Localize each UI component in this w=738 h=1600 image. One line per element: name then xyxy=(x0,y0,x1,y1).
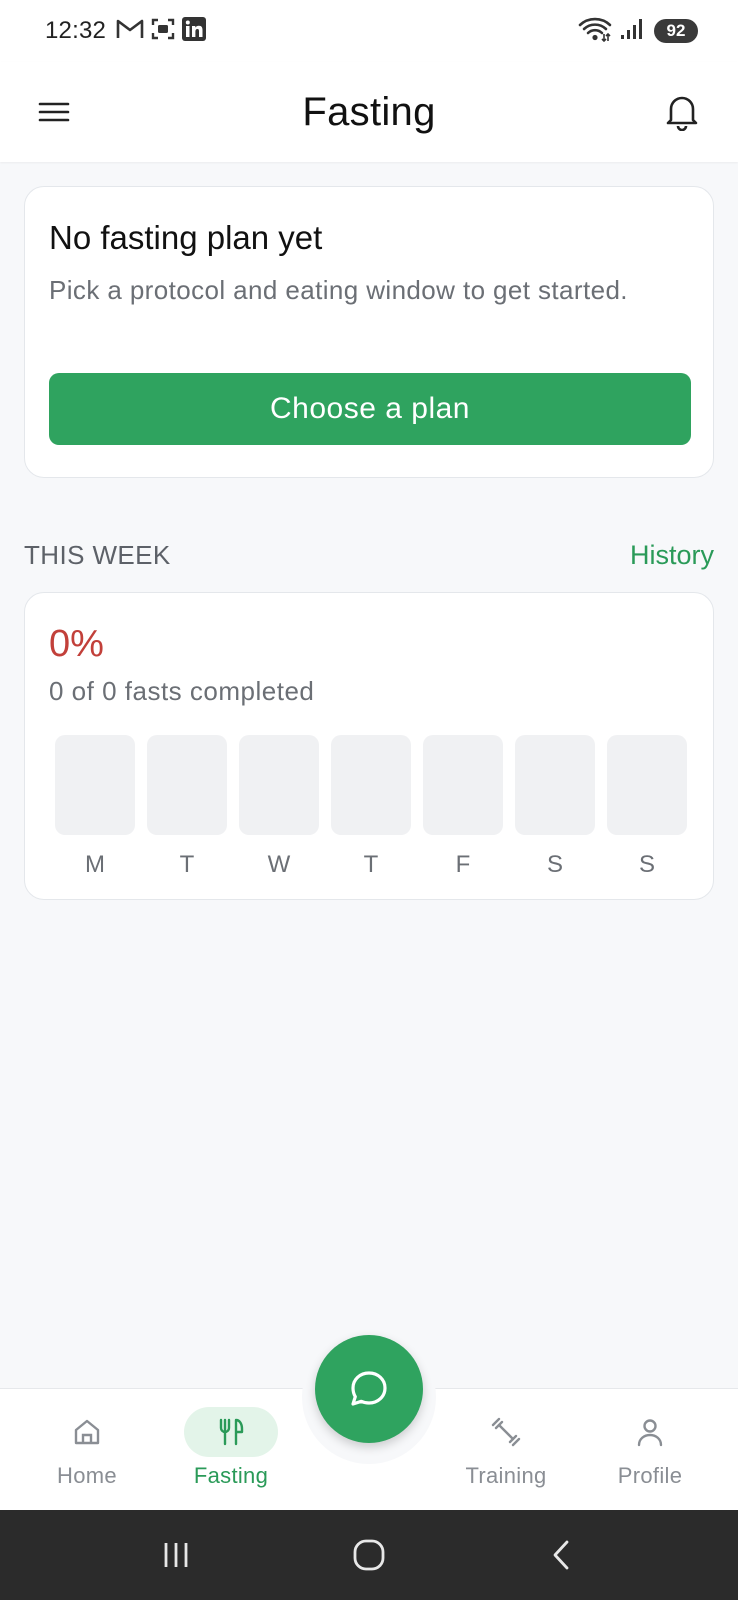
day-box[interactable] xyxy=(55,735,135,835)
linkedin-icon xyxy=(182,16,207,46)
notification-icons xyxy=(116,16,207,47)
signal-icon xyxy=(620,17,646,46)
home-circle-icon xyxy=(353,1539,385,1571)
nav-item-profile[interactable]: Profile xyxy=(590,1407,710,1489)
day-column-wed: W xyxy=(239,735,319,879)
screen: 12:32 92 Fasting No fasting plan yet Pic… xyxy=(0,0,738,1600)
home-system-button[interactable] xyxy=(339,1525,399,1585)
system-nav-bar xyxy=(0,1510,738,1600)
day-column-thu: T xyxy=(331,735,411,879)
nav-label-profile: Profile xyxy=(617,1463,683,1488)
day-box[interactable] xyxy=(423,735,503,835)
choose-plan-button[interactable]: Choose a plan xyxy=(49,373,691,445)
bell-icon xyxy=(666,96,698,131)
day-column-mon: M xyxy=(55,735,135,879)
day-box[interactable] xyxy=(239,735,319,835)
day-label: S xyxy=(546,851,563,878)
day-label: T xyxy=(179,851,195,878)
active-indicator xyxy=(184,1407,278,1457)
section-title: THIS WEEK xyxy=(24,540,171,570)
day-column-tue: T xyxy=(147,735,227,879)
day-column-fri: F xyxy=(423,735,503,879)
back-button[interactable] xyxy=(532,1525,592,1585)
person-icon xyxy=(637,1419,663,1447)
status-left: 12:32 xyxy=(45,16,207,47)
recent-apps-button[interactable] xyxy=(146,1525,206,1585)
day-row: M T W T F S S xyxy=(55,735,687,879)
status-right: 92 xyxy=(578,16,698,47)
dumbbell-icon xyxy=(491,1417,521,1447)
chat-bubble-icon xyxy=(351,1371,387,1406)
history-link[interactable]: History xyxy=(630,540,714,571)
app-header: Fasting xyxy=(0,62,738,162)
day-label: W xyxy=(267,851,291,878)
status-bar: 12:32 92 xyxy=(0,0,738,62)
notifications-button[interactable] xyxy=(662,92,702,132)
nav-label-home: Home xyxy=(57,1463,117,1488)
day-label: S xyxy=(638,851,655,878)
back-chevron-icon xyxy=(553,1540,569,1570)
week-percent: 0% xyxy=(49,623,104,665)
nav-label-training: Training xyxy=(465,1463,547,1488)
week-summary: 0 of 0 fasts completed xyxy=(49,676,315,706)
day-column-sun: S xyxy=(607,735,687,879)
gmail-icon xyxy=(116,18,144,45)
plan-description: Pick a protocol and eating window to get… xyxy=(49,275,628,305)
day-box[interactable] xyxy=(147,735,227,835)
nav-item-training[interactable]: Training xyxy=(446,1407,566,1489)
day-label: T xyxy=(363,851,379,878)
day-box[interactable] xyxy=(607,735,687,835)
nav-label-fasting: Fasting xyxy=(193,1463,269,1488)
day-box[interactable] xyxy=(331,735,411,835)
hamburger-icon xyxy=(38,102,70,122)
nav-item-fasting[interactable]: Fasting xyxy=(171,1407,291,1489)
screenshot-icon xyxy=(150,16,176,47)
menu-button[interactable] xyxy=(36,94,72,130)
day-label: M xyxy=(85,851,105,878)
week-section-header: THIS WEEK History xyxy=(24,540,714,571)
status-time: 12:32 xyxy=(45,17,107,44)
day-column-sat: S xyxy=(515,735,595,879)
fork-knife-icon xyxy=(219,1418,244,1446)
day-label: F xyxy=(455,851,471,878)
page-title: Fasting xyxy=(302,89,436,134)
plan-card: No fasting plan yet Pick a protocol and … xyxy=(24,186,714,478)
chat-fab-button[interactable] xyxy=(315,1335,423,1443)
plan-title: No fasting plan yet xyxy=(49,219,323,256)
home-icon xyxy=(74,1419,100,1445)
week-card: 0% 0 of 0 fasts completed M T W T F S S xyxy=(24,592,714,900)
recent-apps-icon xyxy=(164,1543,188,1567)
day-box[interactable] xyxy=(515,735,595,835)
wifi-icon xyxy=(578,16,612,47)
nav-item-home[interactable]: Home xyxy=(27,1407,147,1489)
battery-indicator: 92 xyxy=(654,19,698,43)
